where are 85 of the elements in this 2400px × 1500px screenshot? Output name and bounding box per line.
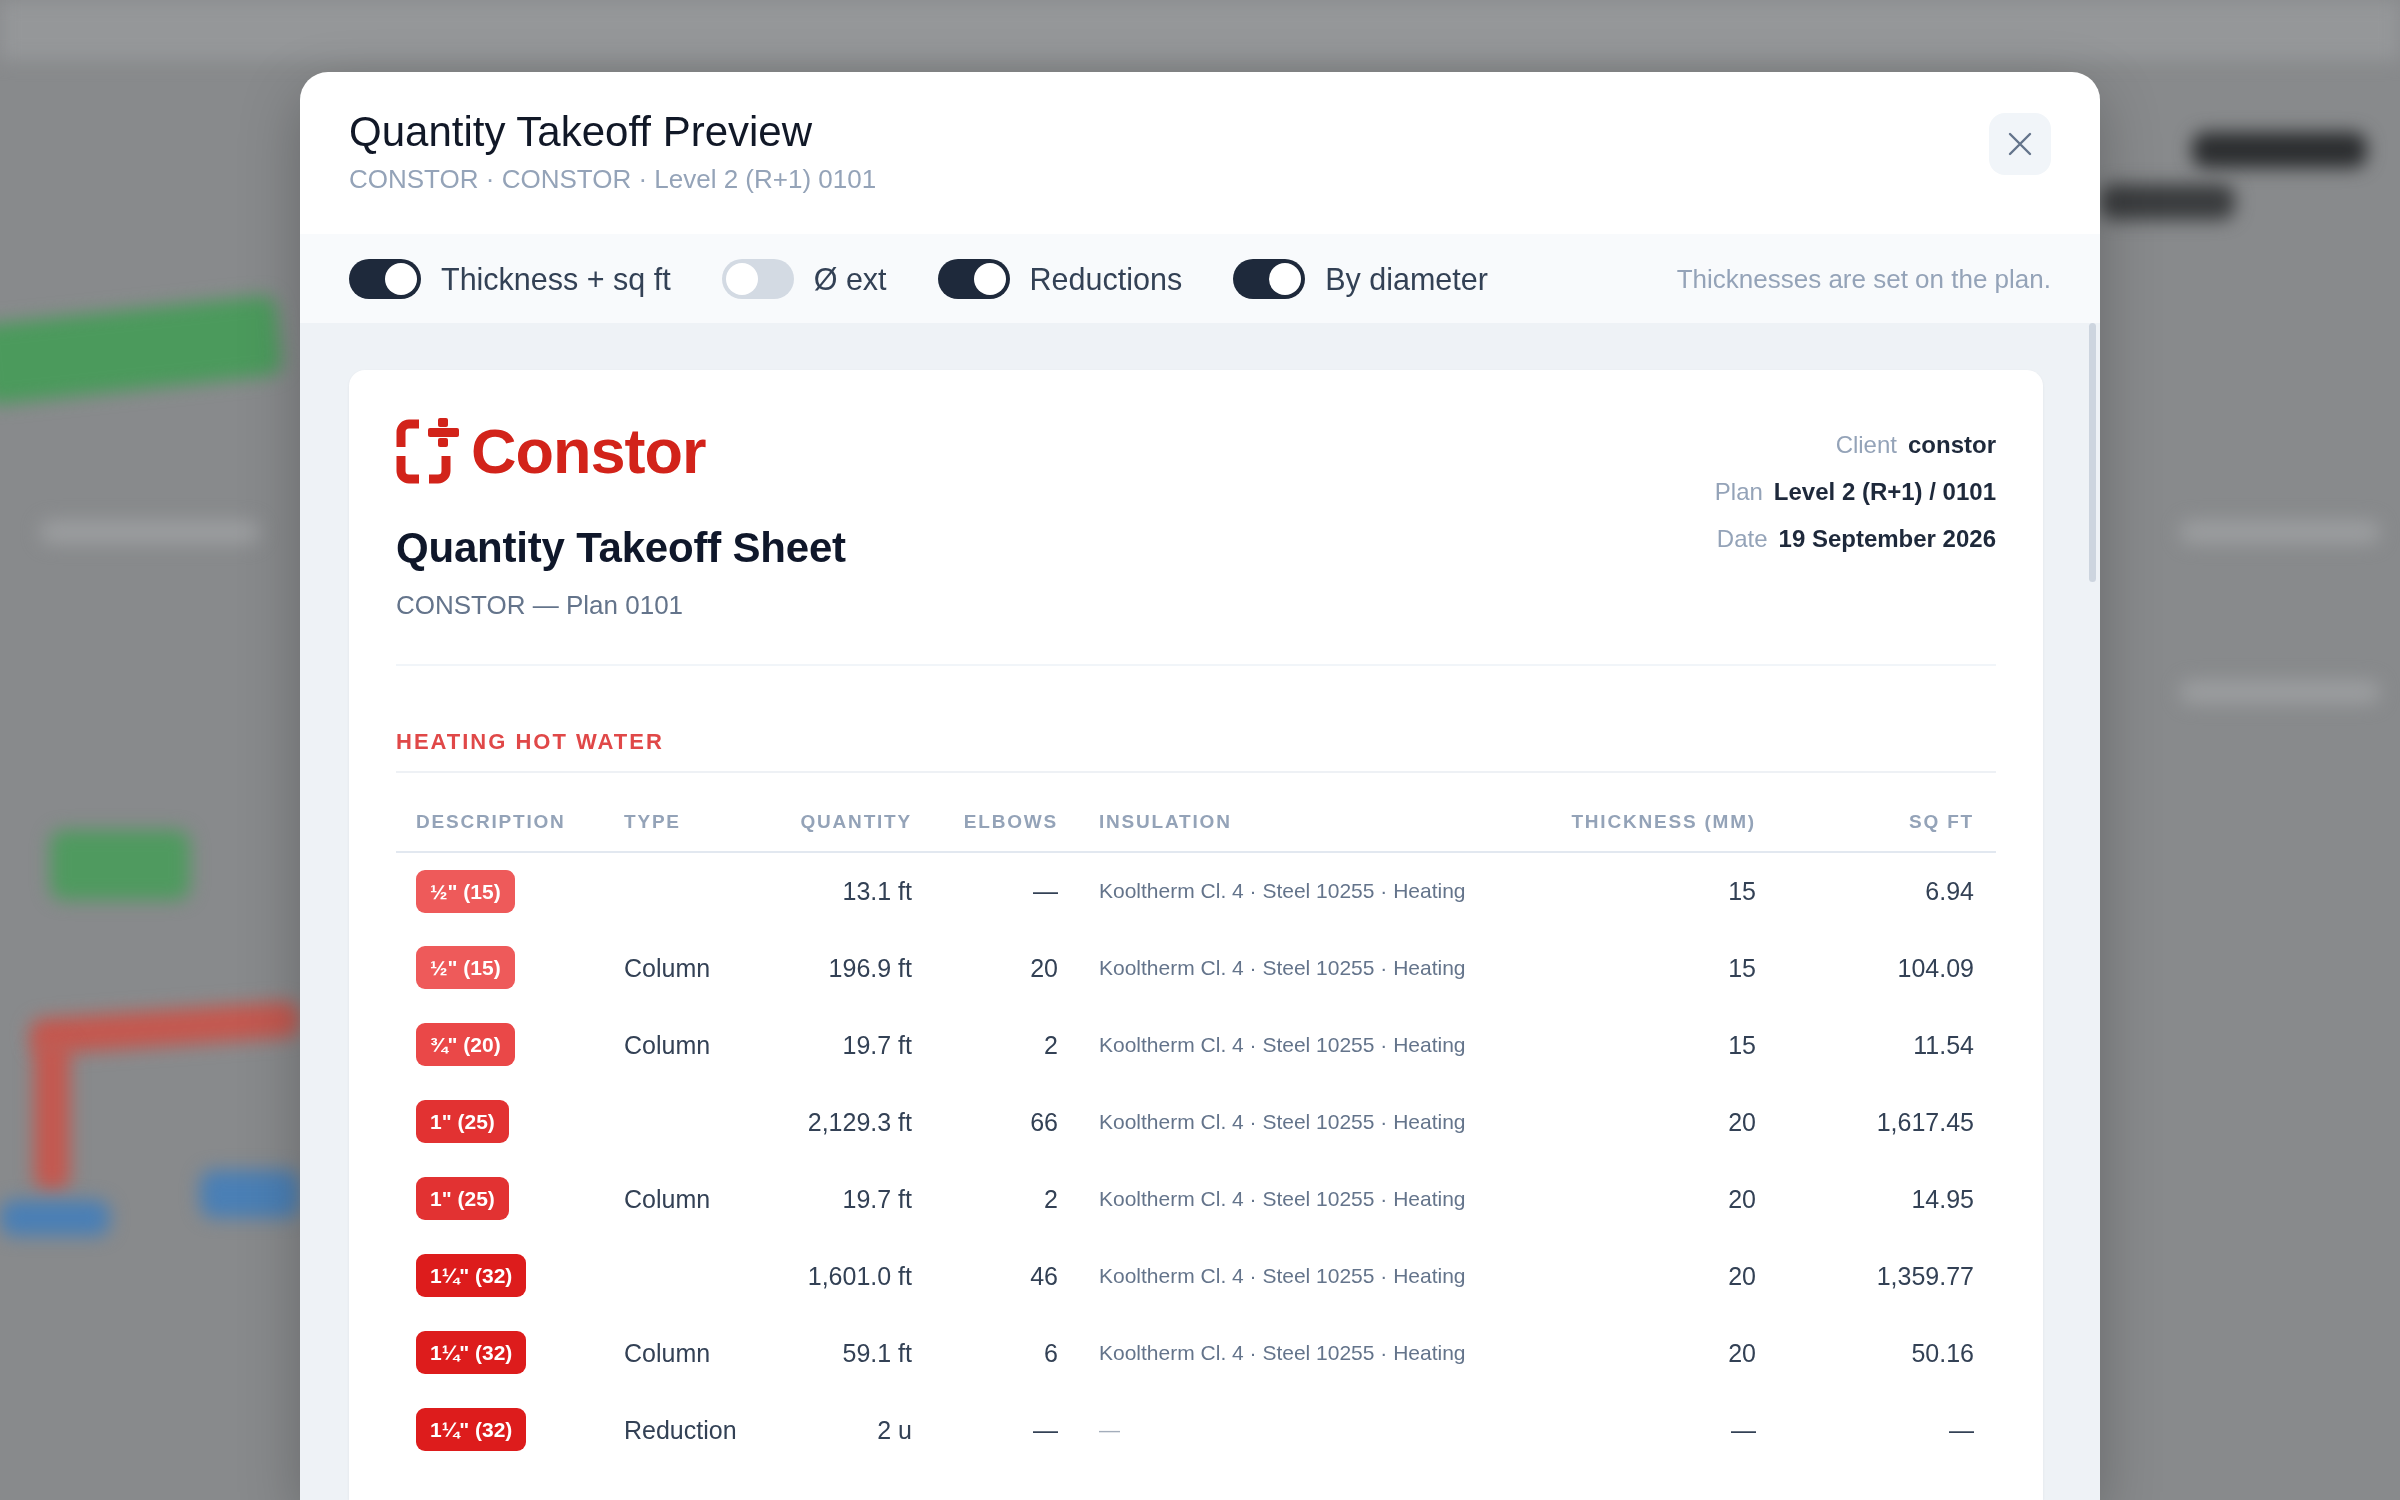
table-cell-text: Column xyxy=(623,1337,712,1369)
meta-label: Date xyxy=(1716,524,1768,554)
column-header: INSULATION xyxy=(1078,793,1546,852)
table-cell-text: 20 xyxy=(1727,1106,1757,1138)
table-cell-text: — xyxy=(1098,1416,1121,1443)
table-cell-text: 19.7 ft xyxy=(841,1029,913,1061)
close-icon xyxy=(2008,132,2032,156)
table-cell-text: Kooltherm Cl. 4 · Steel 10255 · Heating xyxy=(1098,1262,1467,1289)
toggle-label: Ø ext xyxy=(813,260,887,297)
table-cell-text: 1,359.77 xyxy=(1875,1260,1975,1292)
table-cell: 15 xyxy=(1546,852,1776,929)
table-cell-text: Kooltherm Cl. 4 · Steel 10255 · Heating xyxy=(1098,954,1467,981)
table-cell-text: 20 xyxy=(1727,1183,1757,1215)
dialog-subtitle: CONSTOR · CONSTOR · Level 2 (R+1) 0101 xyxy=(349,163,877,195)
table-cell-text: Kooltherm Cl. 4 · Steel 10255 · Heating xyxy=(1098,1031,1467,1058)
table-cell-text: 2,129.3 ft xyxy=(806,1106,913,1138)
size-badge: 1" (25) xyxy=(416,1177,509,1220)
meta-label: Client xyxy=(1835,430,1897,460)
column-header: TYPE xyxy=(604,793,774,852)
size-badge: ¾" (20) xyxy=(416,1023,515,1066)
table-cell-text: 46 xyxy=(1029,1260,1059,1292)
column-header: THICKNESS (MM) xyxy=(1546,793,1776,852)
sheet-subtitle: CONSTOR — Plan 0101 xyxy=(396,589,685,621)
column-header: QUANTITY xyxy=(774,793,932,852)
column-header: ELBOWS xyxy=(932,793,1078,852)
table-cell-text: 2 u xyxy=(876,1414,913,1446)
sheet-title: Quantity Takeoff Sheet xyxy=(396,523,846,573)
table-cell-text: 1,617.45 xyxy=(1875,1106,1975,1138)
table-cell-text: 2 xyxy=(1043,1029,1059,1061)
table-cell: 13.1 ft xyxy=(774,852,932,929)
size-badge: 1" (25) xyxy=(416,1100,509,1143)
section-title: HEATING HOT WATER xyxy=(396,728,665,756)
table-cell-text: Kooltherm Cl. 4 · Steel 10255 · Heating xyxy=(1098,1339,1467,1366)
close-button[interactable] xyxy=(1989,113,2051,175)
toggle-label: Thickness + sq ft xyxy=(441,260,671,297)
table-cell-text: 19.7 ft xyxy=(841,1183,913,1215)
toggle-label: Reductions xyxy=(1029,260,1183,297)
meta-value: constor xyxy=(1908,430,1996,460)
hint-text: Thicknesses are set on the plan. xyxy=(1676,262,2051,295)
size-badge: 1¼" (32) xyxy=(416,1254,527,1297)
toggle-switch[interactable] xyxy=(349,258,421,299)
column-header: DESCRIPTION xyxy=(396,793,604,852)
table-cell-text: 6 xyxy=(1043,1337,1059,1369)
table-cell-text: — xyxy=(1948,1414,1975,1446)
table-cell-text: Column xyxy=(623,1029,712,1061)
table-cell-text: Kooltherm Cl. 4 · Steel 10255 · Heating xyxy=(1098,1185,1467,1212)
meta-value: Level 2 (R+1) / 0101 xyxy=(1773,477,1996,507)
table-cell-text: 66 xyxy=(1029,1106,1059,1138)
table-cell-text: Reduction xyxy=(623,1414,738,1446)
toggle-label: By diameter xyxy=(1325,260,1488,297)
size-badge: 1¼" (32) xyxy=(416,1331,527,1374)
table-cell: 6.94 xyxy=(1776,852,1996,929)
size-badge: 1¼" (32) xyxy=(416,1408,527,1451)
table-cell-text: 14.95 xyxy=(1910,1183,1975,1215)
table-cell-text: — xyxy=(1032,1414,1059,1446)
column-header: SQ FT xyxy=(1776,793,1996,852)
table-cell-text: Column xyxy=(623,1183,712,1215)
table-cell-text: 59.1 ft xyxy=(841,1337,913,1369)
table-cell-text: 15 xyxy=(1727,1029,1757,1061)
table-cell-text: 15 xyxy=(1727,952,1757,984)
table-cell: Kooltherm Cl. 4 · Steel 10255 · Heating xyxy=(1078,852,1546,929)
toggle-switch[interactable] xyxy=(937,258,1010,299)
toggle-switch[interactable] xyxy=(721,258,794,299)
table-cell-text: 11.54 xyxy=(1912,1029,1975,1061)
size-badge: ½" (15) xyxy=(416,946,515,989)
logo-icon xyxy=(396,418,459,484)
scrollbar-thumb[interactable] xyxy=(2089,323,2096,582)
table-cell-text: 1,601.0 ft xyxy=(806,1260,913,1292)
meta-value: 19 September 2026 xyxy=(1778,524,1996,554)
table-cell-text: 104.09 xyxy=(1896,952,1975,984)
table-cell-text: — xyxy=(1730,1414,1757,1446)
dialog-title: Quantity Takeoff Preview xyxy=(349,107,814,157)
table-cell: — xyxy=(932,852,1078,929)
toggle-switch[interactable] xyxy=(1233,258,1306,299)
table-cell-text: 20 xyxy=(1727,1337,1757,1369)
table-cell-text: 196.9 ft xyxy=(827,952,913,984)
table-cell-text: Column xyxy=(623,952,712,984)
size-badge: ½" (15) xyxy=(416,869,515,913)
logo-text: Constor xyxy=(471,418,706,484)
table-cell-text: 2 xyxy=(1043,1183,1059,1215)
table-cell-text: 20 xyxy=(1727,1260,1757,1292)
table-cell-text: Kooltherm Cl. 4 · Steel 10255 · Heating xyxy=(1098,1108,1467,1135)
table-cell-text: 50.16 xyxy=(1910,1337,1975,1369)
table-cell-text: 20 xyxy=(1029,952,1059,984)
meta-label: Plan xyxy=(1714,477,1763,507)
